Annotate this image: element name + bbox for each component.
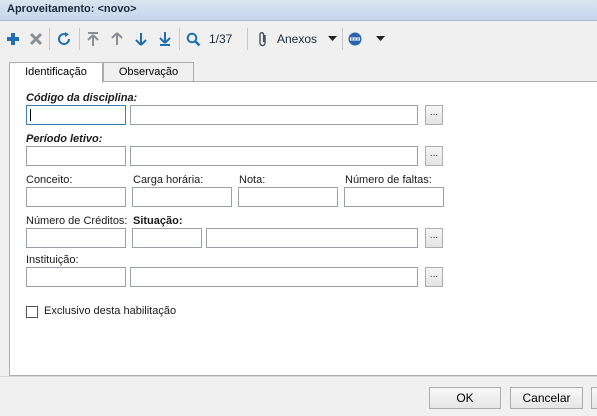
instituicao-lookup-button[interactable]: ...	[425, 267, 443, 287]
codigo-disciplina-input[interactable]	[26, 105, 126, 125]
text-caret	[30, 109, 31, 121]
situacao-input[interactable]	[132, 228, 202, 248]
numero-creditos-input[interactable]	[26, 228, 126, 248]
carga-horaria-input[interactable]	[132, 187, 232, 207]
exclusivo-label[interactable]: Exclusivo desta habilitação	[44, 305, 176, 317]
periodo-letivo-input[interactable]	[26, 146, 126, 166]
numero-creditos-label: Número de Créditos:	[26, 215, 128, 227]
cancel-button[interactable]: Cancelar	[510, 387, 583, 409]
conceito-label: Conceito:	[26, 174, 73, 186]
next-record-icon[interactable]	[133, 29, 149, 49]
previous-record-icon[interactable]	[109, 29, 125, 49]
periodo-letivo-lookup-button[interactable]: ...	[425, 146, 443, 166]
tab-identificacao[interactable]: Identificação	[9, 62, 103, 83]
last-record-icon[interactable]	[157, 29, 173, 49]
refresh-icon[interactable]	[55, 29, 73, 49]
instituicao-input[interactable]	[26, 267, 126, 287]
add-icon[interactable]	[5, 29, 21, 49]
codigo-disciplina-lookup-button[interactable]: ...	[425, 105, 443, 125]
extra-button-partial[interactable]	[591, 387, 597, 409]
situacao-lookup-button[interactable]: ...	[425, 228, 443, 248]
search-icon[interactable]	[185, 29, 201, 49]
exclusivo-checkbox[interactable]	[26, 306, 38, 318]
nota-label: Nota:	[239, 174, 266, 186]
options-icon[interactable]	[346, 29, 364, 49]
tab-label: Observação	[118, 66, 179, 78]
codigo-disciplina-label: Código da disciplina:	[26, 92, 138, 104]
delete-icon[interactable]	[28, 29, 44, 49]
title-bar: Aproveitamento: <novo>	[0, 0, 597, 21]
numero-faltas-input[interactable]	[344, 187, 444, 207]
periodo-letivo-label: Período letivo:	[26, 133, 103, 145]
record-counter: 1/37	[209, 32, 233, 46]
toolbar-separator	[49, 28, 50, 50]
periodo-letivo-description[interactable]	[130, 146, 418, 166]
toolbar: 1/37 Anexos	[0, 21, 597, 56]
tab-label: Identificação	[25, 66, 87, 78]
attachments-dropdown-icon[interactable]	[326, 29, 338, 49]
tab-observacao[interactable]: Observação	[103, 62, 194, 82]
toolbar-separator	[79, 28, 80, 50]
window-title: Aproveitamento: <novo>	[7, 3, 137, 15]
dialog-footer	[0, 376, 597, 416]
instituicao-label: Instituição:	[26, 254, 79, 266]
nota-input[interactable]	[238, 187, 338, 207]
toolbar-separator	[179, 28, 180, 50]
first-record-icon[interactable]	[85, 29, 101, 49]
attachments-button[interactable]: Anexos	[277, 32, 317, 46]
carga-horaria-label: Carga horária:	[133, 174, 204, 186]
toolbar-separator	[247, 28, 248, 50]
situacao-label: Situação:	[133, 215, 183, 227]
conceito-input[interactable]	[26, 187, 126, 207]
ok-button[interactable]: OK	[429, 387, 501, 409]
options-dropdown-icon[interactable]	[374, 29, 386, 49]
numero-faltas-label: Número de faltas:	[345, 174, 432, 186]
toolbar-separator	[342, 28, 343, 50]
codigo-disciplina-description[interactable]	[130, 105, 418, 125]
situacao-description[interactable]	[206, 228, 418, 248]
paperclip-icon[interactable]	[256, 29, 270, 49]
instituicao-description[interactable]	[130, 267, 418, 287]
